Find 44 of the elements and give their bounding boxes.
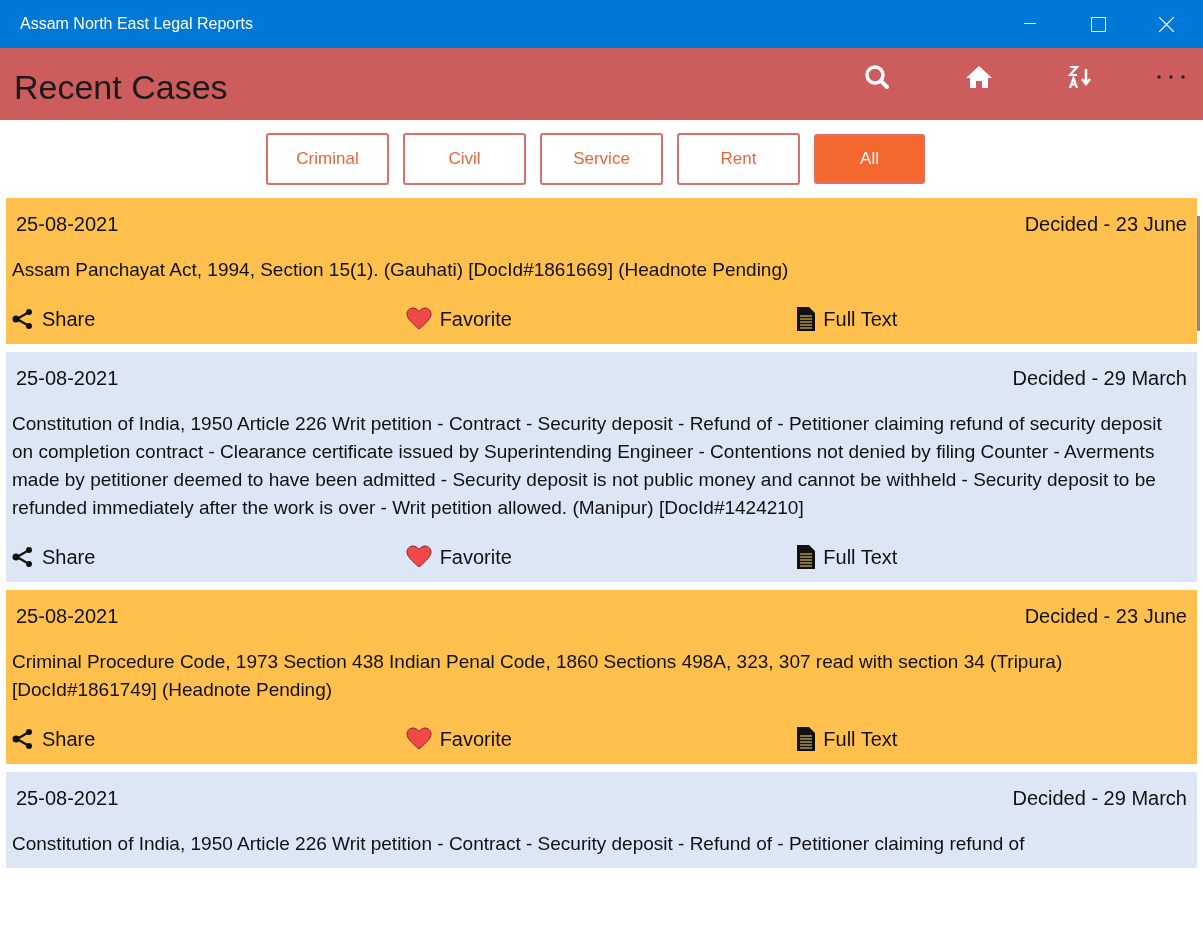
share-icon bbox=[12, 729, 34, 749]
home-icon bbox=[965, 65, 993, 89]
case-date: 25-08-2021 bbox=[16, 604, 119, 629]
case-headnote: Constitution of India, 1950 Article 226 Writ petition - Contract - Security deposit - Refund of - Petitioner claiming refund of security deposit on completion contract - Clearance certificate issued by Superintending Engineer - Contentions not denied by filing Counter - Averments made by petitioner deemed to have been admitted - Security deposit is not public money and cannot be withheld - Security deposit to be refunded immediately after the work is over - Writ petition allowed. (Manipur) [DocId#1424210] bbox=[12, 412, 1163, 520]
case-card[interactable] bbox=[6, 590, 1197, 764]
decision-date: Decided - 23 June bbox=[1024, 604, 1187, 629]
decision-date: Decided - 29 March bbox=[1012, 366, 1187, 391]
case-card[interactable]: 25-08-2021 Decided - 23 June Assam Panchayat Act, 1994, Section 15(1). (Gauhati) [DocId#1861669] (Headnote Pending) Share Favorite Full Text bbox=[6, 198, 1197, 344]
share-button[interactable]: Share bbox=[12, 304, 96, 334]
favorite-button[interactable]: Favorite bbox=[405, 304, 512, 334]
maximize-icon bbox=[1090, 16, 1106, 32]
share-icon bbox=[12, 309, 34, 329]
minimize-icon bbox=[1024, 23, 1036, 25]
share-icon bbox=[12, 547, 34, 567]
case-date: 25-08-2021 bbox=[16, 212, 119, 237]
heart-icon bbox=[405, 727, 432, 751]
full-text-button[interactable]: Full Text bbox=[797, 304, 898, 334]
favorite-button[interactable]: Favorite bbox=[405, 542, 512, 572]
case-date: 25-08-2021 bbox=[16, 366, 119, 391]
scrollbar[interactable] bbox=[1197, 216, 1200, 331]
case-date: 25-08-2021 bbox=[16, 786, 119, 811]
case-card[interactable]: 25-08-2021 Decided - 29 March Constitution of India, 1950 Article 226 Writ petition - Contract - Security deposit - Refund of - Petitioner claiming refund of bbox=[6, 772, 1197, 868]
full-text-button[interactable]: Full Text bbox=[797, 724, 898, 754]
favorite-button[interactable]: Favorite bbox=[405, 724, 512, 754]
case-headnote: Constitution of India, 1950 Article 226 Writ petition - Contract - Security deposit - Refund of - Petitioner claiming refund of bbox=[12, 832, 1026, 856]
window-title: Assam North East Legal Reports bbox=[20, 14, 254, 34]
document-icon bbox=[797, 727, 816, 751]
more-icon bbox=[1157, 75, 1185, 79]
document-icon bbox=[797, 545, 816, 569]
close-icon bbox=[1158, 16, 1174, 32]
decision-date: Decided - 29 March bbox=[1012, 786, 1187, 811]
case-card[interactable] bbox=[6, 352, 1197, 582]
page-title: Recent Cases bbox=[14, 66, 229, 108]
share-button[interactable]: Share bbox=[12, 724, 96, 754]
heart-icon bbox=[405, 545, 432, 569]
full-text-button[interactable]: Full Text bbox=[797, 542, 898, 572]
case-headnote: Criminal Procedure Code, 1973 Section 438 Indian Penal Code, 1860 Sections 498A, 323, 307 read with section 34 (Tripura) [DocId#1861749] (Headnote Pending) bbox=[12, 650, 1064, 702]
heart-icon bbox=[405, 307, 432, 331]
sort-descending-icon bbox=[1068, 65, 1094, 89]
case-headnote: Assam Panchayat Act, 1994, Section 15(1). (Gauhati) [DocId#1861669] (Headnote Pending) bbox=[12, 258, 790, 282]
decision-date: Decided - 23 June bbox=[1024, 212, 1187, 237]
share-button[interactable]: Share bbox=[12, 542, 96, 572]
search-icon bbox=[864, 64, 890, 90]
document-icon bbox=[797, 307, 816, 331]
